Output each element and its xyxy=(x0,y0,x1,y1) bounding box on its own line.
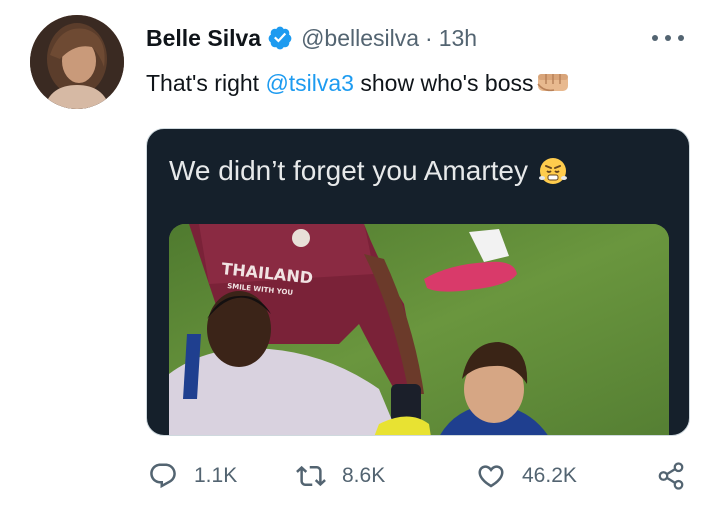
like-count: 46.2K xyxy=(522,464,577,487)
mention-link[interactable]: @tsilva3 xyxy=(265,70,354,96)
tweet-text: That's right @tsilva3 show who's boss xyxy=(146,66,570,100)
match-photo[interactable]: THAILAND SMILE WITH YOU xyxy=(169,224,669,435)
share-icon xyxy=(658,462,684,490)
huffing-face-emoji-icon xyxy=(538,156,568,186)
tweet-actions: 1.1K 8.6K 46.2K xyxy=(146,456,696,496)
reply-icon xyxy=(150,463,176,489)
verified-badge-icon xyxy=(267,25,293,51)
timestamp[interactable]: 13h xyxy=(439,25,477,52)
reply-count: 1.1K xyxy=(194,464,238,487)
retweet-icon xyxy=(296,465,326,487)
retweet-count: 8.6K xyxy=(342,464,386,487)
tweet-header: Belle Silva @bellesilva · 13h xyxy=(146,20,477,56)
heart-icon xyxy=(478,465,504,488)
share-button[interactable] xyxy=(656,456,702,496)
separator-dot: · xyxy=(425,24,433,51)
more-options-icon[interactable] xyxy=(652,26,684,50)
avatar-photo xyxy=(30,15,124,109)
avatar[interactable] xyxy=(30,15,124,109)
retweet-button[interactable]: 8.6K xyxy=(296,456,385,496)
author-handle[interactable]: @bellesilva xyxy=(301,25,419,52)
author-name[interactable]: Belle Silva xyxy=(146,25,261,52)
reply-button[interactable]: 1.1K xyxy=(148,456,237,496)
media-caption: We didn’t forget you Amartey xyxy=(169,155,568,187)
tweet-text-start: That's right xyxy=(146,70,266,96)
tweet-text-end: show who's boss xyxy=(353,70,534,96)
media-caption-text: We didn’t forget you Amartey xyxy=(169,155,528,186)
like-button[interactable]: 46.2K xyxy=(476,456,577,496)
media-card[interactable]: We didn’t forget you Amartey THAILAND SM… xyxy=(146,128,690,436)
fist-emoji-icon xyxy=(536,69,570,93)
